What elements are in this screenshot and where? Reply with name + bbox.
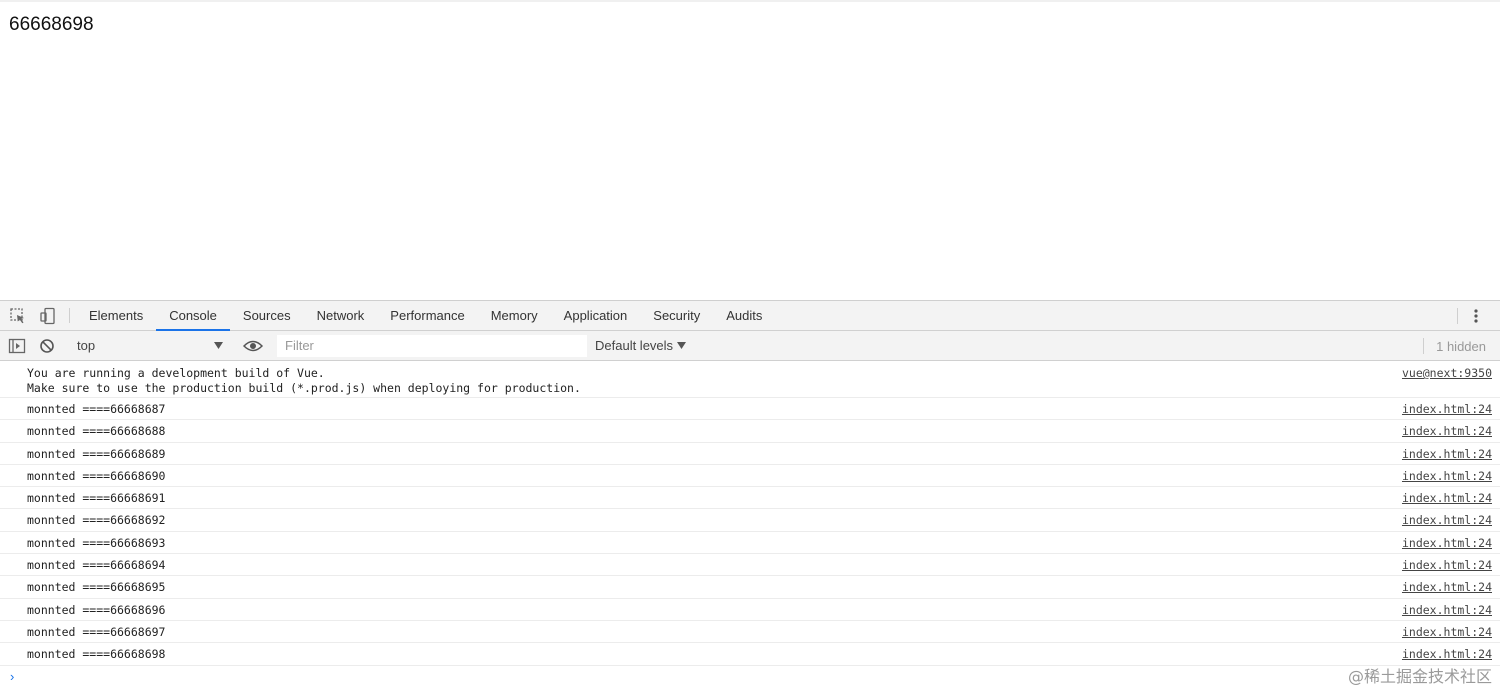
console-message-text: monnted ====66668693: [27, 535, 166, 550]
console-message-text: monnted ====66668688: [27, 424, 166, 439]
chevron-down-icon: [677, 342, 687, 349]
tab-security[interactable]: Security: [640, 301, 713, 330]
tab-memory[interactable]: Memory: [478, 301, 551, 330]
tabbar-separator: [69, 308, 70, 323]
console-source-link[interactable]: index.html:24: [1402, 420, 1492, 442]
console-source-link[interactable]: index.html:24: [1402, 532, 1492, 554]
log-levels-dropdown[interactable]: Default levels: [595, 338, 687, 353]
chevron-down-icon: [214, 342, 223, 349]
tab-elements[interactable]: Elements: [76, 301, 156, 330]
console-source-link[interactable]: index.html:24: [1402, 487, 1492, 509]
device-toolbar-icon[interactable]: [33, 301, 63, 330]
show-sidebar-icon[interactable]: [2, 338, 32, 354]
console-message: monnted ====66668696 index.html:24: [0, 599, 1500, 621]
console-prompt[interactable]: ›: [0, 666, 1500, 688]
console-messages: You are running a development build of V…: [0, 361, 1500, 666]
watermark: @稀土掘金技术社区: [1347, 667, 1492, 686]
console-message: monnted ====66668694 index.html:24: [0, 554, 1500, 577]
console-message-text: monnted ====66668687: [27, 402, 166, 416]
tab-audits[interactable]: Audits: [713, 301, 775, 330]
console-message: monnted ====66668697 index.html:24: [0, 621, 1500, 644]
console-message-text: monnted ====66668690: [27, 468, 166, 483]
devtools-panel: Elements Console Sources Network Perform…: [0, 300, 1500, 693]
vue-warning-line-2: Make sure to use the production build (*…: [27, 381, 581, 395]
console-message-text: monnted ====66668695: [27, 580, 166, 595]
tab-performance[interactable]: Performance: [377, 301, 477, 330]
console-message: monnted ====66668698 index.html:24: [0, 643, 1500, 666]
context-value: top: [77, 338, 96, 353]
inspect-element-icon[interactable]: [3, 301, 33, 330]
tab-network[interactable]: Network: [304, 301, 378, 330]
tab-console[interactable]: Console: [156, 301, 230, 331]
console-message-text: You are running a development build of V…: [27, 366, 581, 396]
console-source-link[interactable]: vue@next:9350: [1402, 366, 1492, 381]
console-message: monnted ====66668690 index.html:24: [0, 465, 1500, 488]
live-expression-eye-icon[interactable]: [238, 339, 268, 353]
prompt-chevron-icon: ›: [10, 669, 15, 685]
filter-input[interactable]: [277, 334, 587, 357]
tab-sources[interactable]: Sources: [230, 301, 304, 330]
console-source-link[interactable]: index.html:24: [1402, 443, 1492, 465]
console-message-text: monnted ====66668698: [27, 647, 166, 662]
tabbar-right-separator: [1457, 308, 1458, 324]
console-message-vue-warning: You are running a development build of V…: [0, 361, 1500, 398]
console-message: monnted ====66668688 index.html:24: [0, 420, 1500, 443]
console-toolbar: top Default levels 1 hidden: [0, 331, 1500, 361]
console-source-link[interactable]: index.html:24: [1402, 465, 1492, 487]
console-message: monnted ====66668687 index.html:24: [0, 398, 1500, 421]
console-source-link[interactable]: index.html:24: [1402, 621, 1492, 643]
tab-application[interactable]: Application: [551, 301, 641, 330]
devtools-tabbar: Elements Console Sources Network Perform…: [0, 301, 1500, 331]
console-source-link[interactable]: index.html:24: [1402, 398, 1492, 420]
clear-console-icon[interactable]: [32, 338, 62, 354]
page-value: 66668698: [9, 14, 94, 35]
console-source-link[interactable]: index.html:24: [1402, 554, 1492, 576]
console-message: monnted ====66668691 index.html:24: [0, 487, 1500, 510]
toolbar-right-separator: [1423, 338, 1424, 354]
more-options-icon[interactable]: [1466, 301, 1486, 331]
page-viewport: 66668698: [0, 0, 1500, 300]
console-message-text: monnted ====66668689: [27, 446, 166, 461]
console-message-text: monnted ====66668696: [27, 602, 166, 617]
console-message: monnted ====66668692 index.html:24: [0, 509, 1500, 532]
console-source-link[interactable]: index.html:24: [1402, 576, 1492, 598]
console-message-text: monnted ====66668697: [27, 624, 166, 639]
console-message-text: monnted ====66668691: [27, 491, 166, 506]
console-source-link[interactable]: index.html:24: [1402, 509, 1492, 531]
console-message: monnted ====66668695 index.html:24: [0, 576, 1500, 599]
console-message: monnted ====66668693 index.html:24: [0, 532, 1500, 555]
log-levels-label: Default levels: [595, 338, 674, 353]
console-message: monnted ====66668689 index.html:24: [0, 443, 1500, 465]
context-selector[interactable]: top: [71, 335, 229, 357]
hidden-messages-count: 1 hidden: [1436, 338, 1486, 354]
console-message-text: monnted ====66668692: [27, 513, 166, 528]
console-source-link[interactable]: index.html:24: [1402, 599, 1492, 621]
console-message-text: monnted ====66668694: [27, 558, 166, 573]
console-source-link[interactable]: index.html:24: [1402, 643, 1492, 665]
vue-warning-line-1: You are running a development build of V…: [27, 366, 325, 380]
